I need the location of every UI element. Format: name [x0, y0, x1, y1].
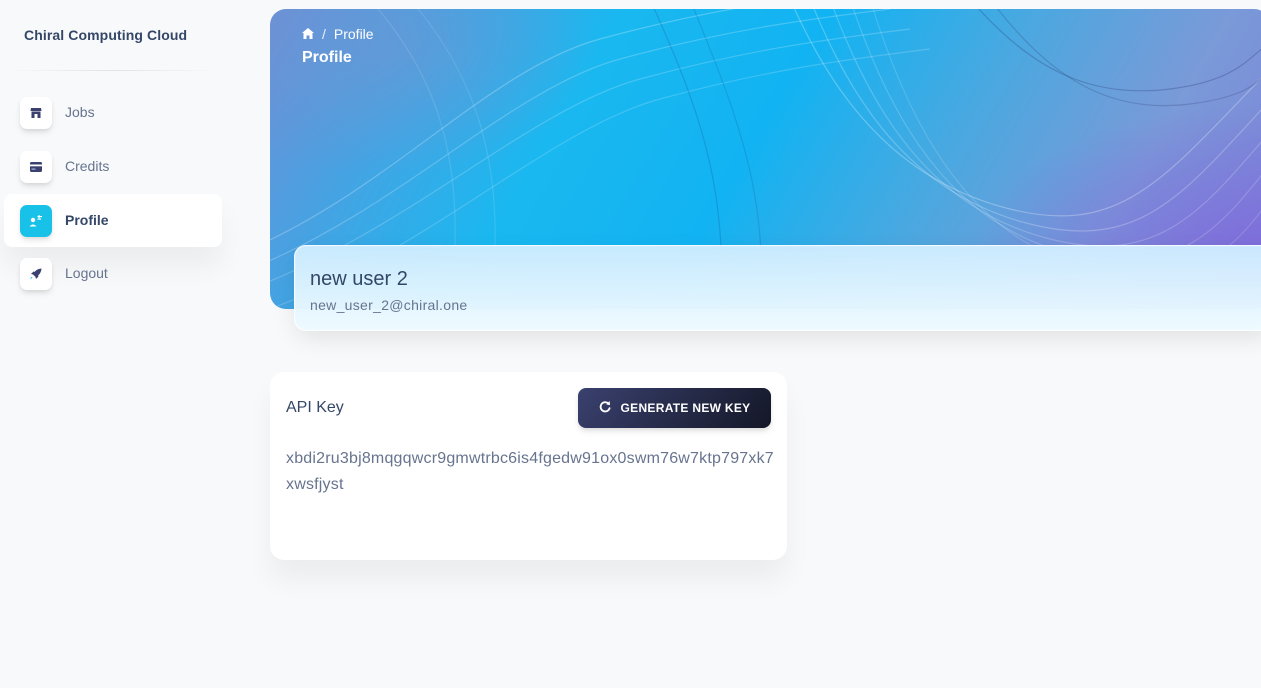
user-icon [20, 205, 52, 237]
sidebar-item-jobs[interactable]: Jobs [4, 86, 222, 139]
profile-email: new_user_2@chiral.one [310, 297, 468, 313]
sidebar: Chiral Computing Cloud Jobs Credits Prof… [0, 0, 226, 688]
sidebar-item-label: Profile [65, 212, 109, 228]
rocket-icon [20, 258, 52, 290]
sidebar-item-label: Credits [65, 158, 110, 174]
breadcrumb-separator: / [322, 26, 326, 42]
generate-new-key-label: GENERATE NEW KEY [620, 401, 751, 415]
credit-card-icon [20, 151, 52, 183]
sidebar-item-label: Logout [65, 265, 108, 281]
sidebar-item-profile[interactable]: Profile [4, 194, 222, 247]
profile-card: new user 2 new_user_2@chiral.one [294, 245, 1261, 331]
sidebar-item-credits[interactable]: Credits [4, 140, 222, 193]
api-key-title: API Key [286, 399, 344, 416]
sidebar-item-label: Jobs [65, 104, 95, 120]
breadcrumb: / Profile [302, 26, 374, 42]
sidebar-divider [8, 70, 218, 71]
api-key-card: API Key GENERATE NEW KEY xbdi2ru3bj8mqgq… [270, 372, 787, 560]
home-icon[interactable] [302, 26, 314, 42]
generate-new-key-button[interactable]: GENERATE NEW KEY [578, 388, 771, 428]
brand-title[interactable]: Chiral Computing Cloud [24, 27, 187, 43]
api-key-value[interactable]: xbdi2ru3bj8mqgqwcr9gmwtrbc6is4fgedw91ox0… [286, 446, 776, 498]
shop-icon [20, 97, 52, 129]
page-title: Profile [302, 49, 352, 66]
refresh-icon [599, 400, 611, 416]
sidebar-item-logout[interactable]: Logout [4, 247, 222, 300]
breadcrumb-current: Profile [333, 26, 374, 42]
profile-name: new user 2 [310, 268, 408, 290]
